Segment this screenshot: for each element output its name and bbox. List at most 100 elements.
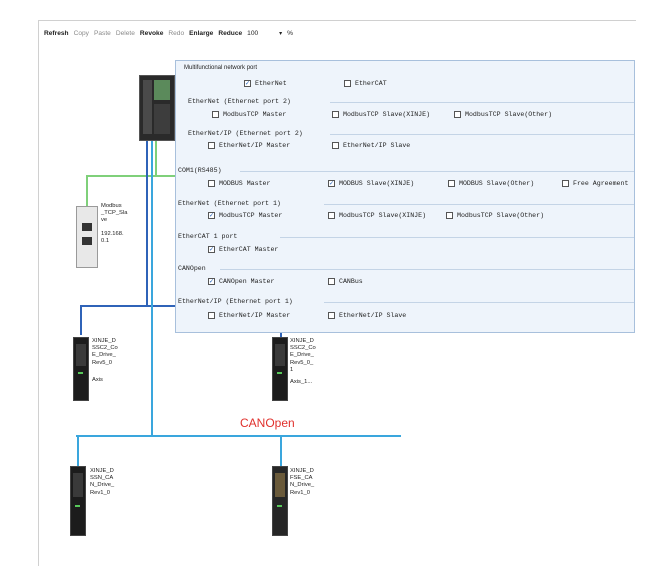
plc-module-left xyxy=(143,80,152,134)
group-divider xyxy=(280,237,634,238)
label-line: FSE_CA xyxy=(290,475,313,482)
plc-device[interactable] xyxy=(139,75,175,141)
group-canopen: CANOpen ✓ CANOpen Master CANBus xyxy=(178,265,634,291)
axis-label: Axis xyxy=(92,376,103,383)
label-line: XINJE_D xyxy=(290,338,314,344)
checkbox-modbustcp-master-p2[interactable]: ModbusTCP Master xyxy=(212,111,286,118)
checkbox-ethernetip-slave-p2[interactable]: EtherNet/IP Slave xyxy=(332,142,410,149)
group-title: EtherNet/IP (Ethernet port 2) xyxy=(188,130,306,137)
option-label: ModbusTCP Master xyxy=(219,212,283,219)
group-ethernetip-port2: EtherNet/IP (Ethernet port 2) EtherNet/I… xyxy=(180,130,634,156)
checkbox-modbus-slave-xinje[interactable]: ✓ MODBUS Slave(XINJE) xyxy=(328,180,414,187)
zoom-input[interactable]: 100 xyxy=(247,30,273,37)
checkbox-canopen-master[interactable]: ✓ CANOpen Master xyxy=(208,278,274,285)
servo-drive-4[interactable] xyxy=(272,466,288,536)
checked-icon: ✓ xyxy=(208,211,215,219)
axis-label: Axis_1... xyxy=(290,379,313,386)
network-port-panel: Multifunctional network port ✓ EtherNet … xyxy=(175,60,635,333)
label-line: Rev1_0 xyxy=(90,489,110,496)
checkbox-ethernetip-slave-p1[interactable]: EtherNet/IP Slave xyxy=(328,312,406,319)
canopen-line-vertical xyxy=(151,139,153,437)
option-label: EtherNet xyxy=(255,80,287,87)
option-label: ModbusTCP Master xyxy=(223,111,287,118)
checkbox-modbus-master[interactable]: MODBUS Master xyxy=(208,180,270,187)
plc-display xyxy=(154,80,170,100)
checkbox-ethernetip-master-p1[interactable]: EtherNet/IP Master xyxy=(208,312,290,319)
group-divider xyxy=(324,204,634,205)
group-com1: COM1(RS485) MODBUS Master ✓ MODBUS Slave(… xyxy=(178,167,634,195)
unchecked-box xyxy=(332,142,339,149)
checkbox-ethercat[interactable]: EtherCAT xyxy=(344,80,387,87)
checkbox-canbus[interactable]: CANBus xyxy=(328,278,363,285)
group-divider xyxy=(220,269,634,270)
revoke-button[interactable]: Revoke xyxy=(140,30,163,37)
modbus-slave-device[interactable] xyxy=(76,206,98,268)
checkbox-modbustcp-slave-xinje-p2[interactable]: ModbusTCP Slave(XINJE) xyxy=(332,111,430,118)
label-line: N_Drive_ xyxy=(90,482,115,489)
option-label: ModbusTCP Slave(XINJE) xyxy=(343,111,431,118)
checkbox-modbustcp-slave-other-p2[interactable]: ModbusTCP Slave(Other) xyxy=(454,111,552,118)
ethernet-line-vertical xyxy=(155,139,157,177)
checked-icon: ✓ xyxy=(328,179,335,187)
modbus-slave-label: Modbus _TCP_Sla ve 192.168. 0.1 xyxy=(101,203,127,245)
checked-icon: ✓ xyxy=(208,245,215,253)
checkbox-ethernet[interactable]: ✓ EtherNet xyxy=(244,80,287,87)
checked-icon: ✓ xyxy=(208,277,215,285)
paste-button[interactable]: Paste xyxy=(94,30,111,37)
enlarge-button[interactable]: Enlarge xyxy=(189,30,213,37)
option-label: ModbusTCP Slave(Other) xyxy=(457,212,545,219)
group-title: EtherNet (Ethernet port 1) xyxy=(178,200,284,207)
ethernet-line-horizontal xyxy=(86,175,176,177)
option-label: CANOpen Master xyxy=(219,278,275,285)
checkbox-free-agreement[interactable]: Free Agreement xyxy=(562,180,628,187)
canopen-label: CANOpen xyxy=(240,416,295,430)
servo-drive-3[interactable] xyxy=(70,466,86,536)
option-label: EtherNet/IP Master xyxy=(219,142,291,149)
reduce-button[interactable]: Reduce xyxy=(218,30,242,37)
unchecked-box xyxy=(328,312,335,319)
unchecked-box xyxy=(328,278,335,285)
servo-drive-3-label: XINJE_D SSN_CA N_Drive_ Rev1_0 xyxy=(90,468,114,497)
label-line: E_Drive_ xyxy=(92,352,116,359)
unchecked-box xyxy=(332,111,339,118)
group-title: EtherNet/IP (Ethernet port 1) xyxy=(178,298,296,305)
label-line: ve xyxy=(101,217,108,224)
ethercat-line-horizontal xyxy=(80,305,176,307)
checkbox-modbustcp-slave-other-p1[interactable]: ModbusTCP Slave(Other) xyxy=(446,212,544,219)
checkbox-ethernetip-master-p2[interactable]: EtherNet/IP Master xyxy=(208,142,290,149)
label-line: _TCP_Sla xyxy=(101,210,128,217)
group-title: EtherNet (Ethernet port 2) xyxy=(188,98,294,105)
option-label: EtherCAT xyxy=(355,80,387,87)
checkbox-modbus-slave-other[interactable]: MODBUS Slave(Other) xyxy=(448,180,534,187)
drive-panel xyxy=(73,473,83,497)
label-line: Rev5_0_ xyxy=(290,359,314,366)
servo-drive-2[interactable] xyxy=(272,337,288,401)
option-label: CANBus xyxy=(339,278,363,285)
option-label: EtherNet/IP Slave xyxy=(339,312,407,319)
label-line: SSC2_Co xyxy=(92,345,118,352)
checkbox-modbustcp-slave-xinje-p1[interactable]: ModbusTCP Slave(XINJE) xyxy=(328,212,426,219)
refresh-button[interactable]: Refresh xyxy=(44,30,69,37)
checkbox-ethercat-master[interactable]: ✓ EtherCAT Master xyxy=(208,246,278,253)
zoom-dropdown-icon[interactable]: ▾ xyxy=(279,30,282,37)
ethercat-line-vertical xyxy=(146,139,148,307)
label-line: XINJE_D xyxy=(90,468,114,474)
servo-drive-1[interactable] xyxy=(73,337,89,401)
group-ethernet-port1: EtherNet (Ethernet port 1) ✓ ModbusTCP Ma… xyxy=(178,200,634,228)
redo-button[interactable]: Redo xyxy=(168,30,184,37)
ip-line: 0.1 xyxy=(101,237,110,244)
label-line: XINJE_D xyxy=(92,338,116,344)
delete-button[interactable]: Delete xyxy=(116,30,135,37)
canopen-bus-line xyxy=(76,435,401,437)
label-line: Rev5_0 xyxy=(92,359,112,366)
unchecked-box xyxy=(562,180,569,187)
option-label: EtherNet/IP Slave xyxy=(343,142,411,149)
unchecked-box xyxy=(446,212,453,219)
option-label: MODBUS Slave(XINJE) xyxy=(339,180,415,187)
ip-line: 192.168. xyxy=(101,230,124,237)
label-line: SSC2_Co xyxy=(290,345,316,352)
plc-module-right xyxy=(154,104,170,134)
group-ethernet-port2: EtherNet (Ethernet port 2) ModbusTCP Mas… xyxy=(180,98,634,126)
checkbox-modbustcp-master-p1[interactable]: ✓ ModbusTCP Master xyxy=(208,212,282,219)
copy-button[interactable]: Copy xyxy=(74,30,89,37)
